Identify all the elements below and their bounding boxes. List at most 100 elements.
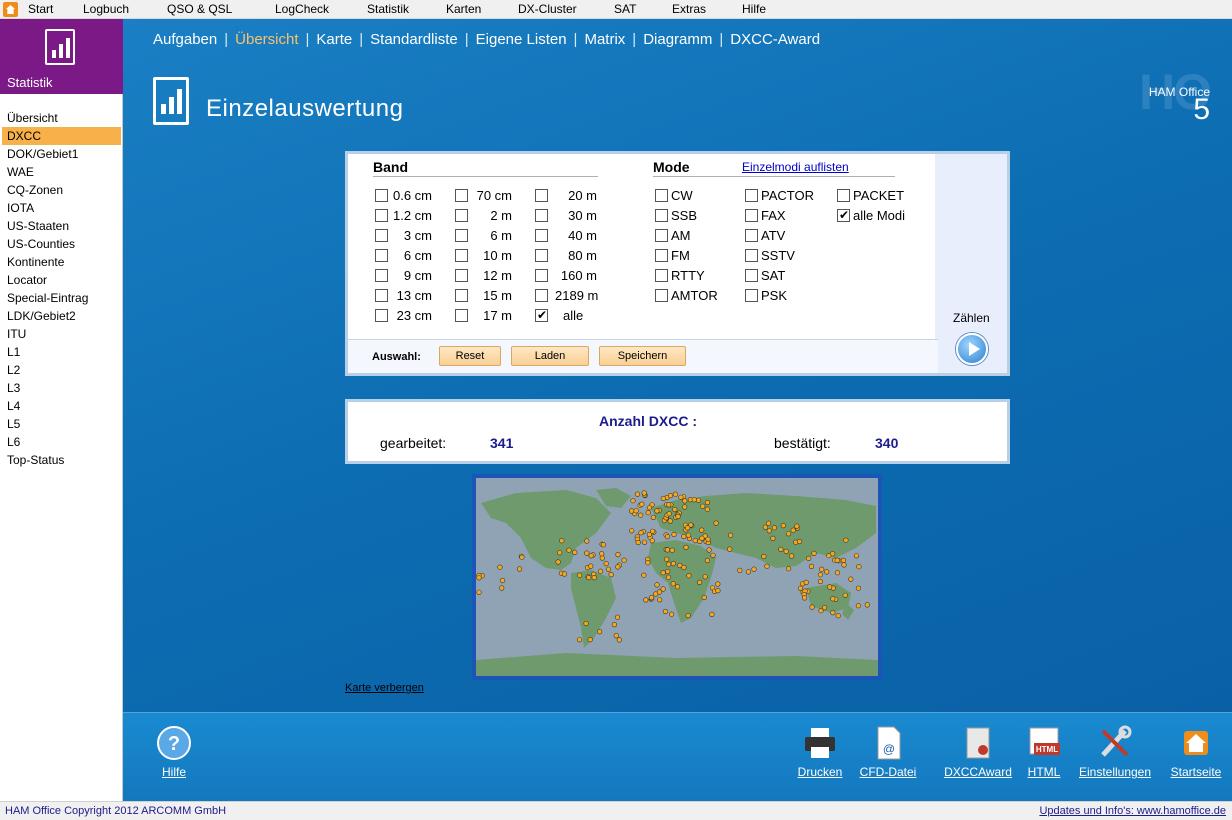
band-checkbox[interactable] bbox=[375, 309, 388, 322]
band-checkbox[interactable] bbox=[535, 289, 548, 302]
home-icon[interactable] bbox=[3, 2, 18, 17]
sidebar-item-us-staaten[interactable]: US-Staaten bbox=[0, 217, 123, 235]
sidebar-item-dok-gebiet1[interactable]: DOK/Gebiet1 bbox=[0, 145, 123, 163]
mode-checkbox[interactable] bbox=[655, 189, 668, 202]
mode-label: AMTOR bbox=[671, 288, 718, 303]
sidebar-item-l2[interactable]: L2 bbox=[0, 361, 123, 379]
sidebar-item-cq-zonen[interactable]: CQ-Zonen bbox=[0, 181, 123, 199]
sidebar-item-l4[interactable]: L4 bbox=[0, 397, 123, 415]
mode-checkbox[interactable] bbox=[745, 209, 758, 222]
mode-checkbox[interactable] bbox=[745, 189, 758, 202]
tab-standardliste[interactable]: Standardliste bbox=[370, 31, 458, 48]
band-checkbox[interactable] bbox=[375, 289, 388, 302]
map-dot bbox=[572, 549, 578, 555]
tab-aufgaben[interactable]: Aufgaben bbox=[153, 31, 217, 48]
menu-sat[interactable]: SAT bbox=[614, 2, 636, 16]
band-checkbox[interactable] bbox=[535, 229, 548, 242]
html-button[interactable]: HTML HTML bbox=[1023, 725, 1065, 779]
sidebar-item-iota[interactable]: IOTA bbox=[0, 199, 123, 217]
sidebar-item-l6[interactable]: L6 bbox=[0, 433, 123, 451]
map-dot bbox=[660, 586, 666, 592]
sidebar-item-uebersicht[interactable]: Übersicht bbox=[0, 109, 123, 127]
copyright-text: HAM Office Copyright 2012 ARCOMM GmbH bbox=[5, 805, 227, 817]
tab-diagramm[interactable]: Diagramm bbox=[643, 31, 712, 48]
mode-checkbox[interactable] bbox=[837, 208, 850, 222]
mode-label: SSTV bbox=[761, 248, 795, 263]
menu-hilfe[interactable]: Hilfe bbox=[742, 2, 766, 16]
count-play-icon[interactable] bbox=[956, 333, 988, 365]
sidebar-item-top-status[interactable]: Top-Status bbox=[0, 451, 123, 469]
tab-dxcc-award[interactable]: DXCC-Award bbox=[730, 31, 820, 48]
mode-checkbox[interactable] bbox=[655, 269, 668, 282]
home-button[interactable]: Startseite bbox=[1168, 725, 1224, 779]
band-checkbox[interactable] bbox=[455, 309, 468, 322]
dxccaward-button[interactable]: DXCCAward bbox=[943, 725, 1013, 779]
hide-map-link[interactable]: Karte verbergen bbox=[345, 682, 424, 694]
mode-checkbox[interactable] bbox=[655, 289, 668, 302]
band-checkbox[interactable] bbox=[375, 229, 388, 242]
help-button[interactable]: ? Hilfe bbox=[153, 725, 195, 779]
help-label: Hilfe bbox=[161, 765, 186, 779]
map-dot bbox=[704, 506, 710, 512]
menu-start[interactable]: Start bbox=[28, 2, 53, 16]
load-button[interactable]: Laden bbox=[511, 346, 589, 366]
menu-logbuch[interactable]: Logbuch bbox=[83, 2, 129, 16]
map-dot bbox=[561, 571, 567, 577]
sidebar-item-us-counties[interactable]: US-Counties bbox=[0, 235, 123, 253]
band-checkbox[interactable] bbox=[455, 229, 468, 242]
tab-uebersicht[interactable]: Übersicht bbox=[235, 31, 298, 48]
band-checkbox[interactable] bbox=[535, 308, 548, 322]
band-checkbox[interactable] bbox=[455, 289, 468, 302]
print-button[interactable]: Drucken bbox=[795, 725, 845, 779]
menu-extras[interactable]: Extras bbox=[672, 2, 706, 16]
sidebar-item-locator[interactable]: Locator bbox=[0, 271, 123, 289]
band-checkbox[interactable] bbox=[535, 209, 548, 222]
band-checkbox[interactable] bbox=[535, 249, 548, 262]
save-button[interactable]: Speichern bbox=[599, 346, 686, 366]
cfd-button[interactable]: @ CFD-Datei bbox=[858, 725, 918, 779]
settings-button[interactable]: Einstellungen bbox=[1075, 725, 1155, 779]
menu-qso-qsl[interactable]: QSO & QSL bbox=[167, 2, 232, 16]
sidebar-item-dxcc[interactable]: DXCC bbox=[2, 127, 121, 145]
sidebar-item-kontinente[interactable]: Kontinente bbox=[0, 253, 123, 271]
band-checkbox[interactable] bbox=[375, 189, 388, 202]
menu-statistik[interactable]: Statistik bbox=[367, 2, 409, 16]
reset-button[interactable]: Reset bbox=[439, 346, 501, 366]
map-dot bbox=[826, 553, 832, 559]
map-dot bbox=[704, 557, 710, 564]
sidebar-item-ldk-gebiet2[interactable]: LDK/Gebiet2 bbox=[0, 307, 123, 325]
menu-karten[interactable]: Karten bbox=[446, 2, 481, 16]
mode-checkbox[interactable] bbox=[837, 189, 850, 202]
band-label: 80 m bbox=[568, 248, 597, 263]
map-dot bbox=[639, 501, 645, 507]
band-checkbox[interactable] bbox=[535, 189, 548, 202]
mode-checkbox[interactable] bbox=[745, 249, 758, 262]
band-checkbox[interactable] bbox=[455, 189, 468, 202]
einzelmodi-link[interactable]: Einzelmodi auflisten bbox=[742, 160, 849, 174]
menu-logcheck[interactable]: LogCheck bbox=[275, 2, 329, 16]
tab-matrix[interactable]: Matrix bbox=[584, 31, 625, 48]
tab-eigene-listen[interactable]: Eigene Listen bbox=[476, 31, 567, 48]
band-checkbox[interactable] bbox=[375, 209, 388, 222]
sidebar-item-l1[interactable]: L1 bbox=[0, 343, 123, 361]
sidebar-item-special-eintrag[interactable]: Special-Eintrag bbox=[0, 289, 123, 307]
band-checkbox[interactable] bbox=[375, 269, 388, 282]
band-checkbox[interactable] bbox=[375, 249, 388, 262]
sidebar-item-itu[interactable]: ITU bbox=[0, 325, 123, 343]
sidebar-item-l5[interactable]: L5 bbox=[0, 415, 123, 433]
mode-checkbox[interactable] bbox=[655, 249, 668, 262]
band-checkbox[interactable] bbox=[455, 249, 468, 262]
band-checkbox[interactable] bbox=[535, 269, 548, 282]
band-checkbox[interactable] bbox=[455, 209, 468, 222]
mode-checkbox[interactable] bbox=[745, 269, 758, 282]
mode-checkbox[interactable] bbox=[745, 229, 758, 242]
updates-link[interactable]: Updates und Info's: www.hamoffice.de bbox=[1039, 805, 1226, 817]
sidebar-item-l3[interactable]: L3 bbox=[0, 379, 123, 397]
menu-dx-cluster[interactable]: DX-Cluster bbox=[518, 2, 577, 16]
mode-checkbox[interactable] bbox=[655, 209, 668, 222]
mode-checkbox[interactable] bbox=[745, 289, 758, 302]
tab-karte[interactable]: Karte bbox=[316, 31, 352, 48]
mode-checkbox[interactable] bbox=[655, 229, 668, 242]
sidebar-item-wae[interactable]: WAE bbox=[0, 163, 123, 181]
band-checkbox[interactable] bbox=[455, 269, 468, 282]
